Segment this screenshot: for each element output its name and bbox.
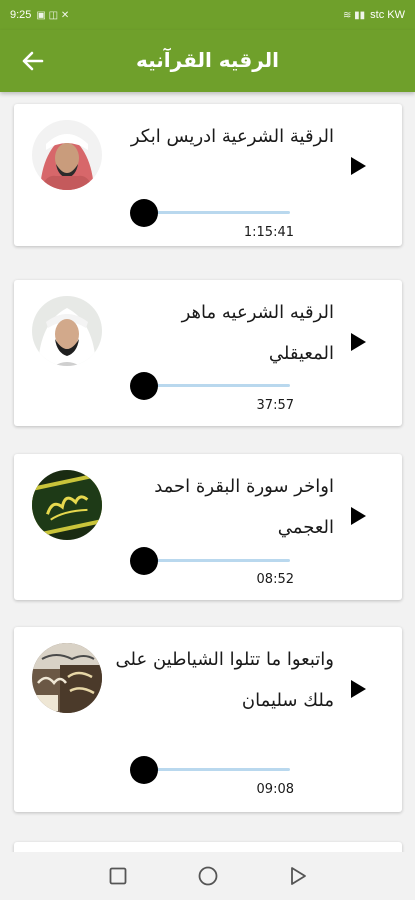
track-card: الرقيه الشرعيه ماهر المعيقلي 37:57	[14, 280, 402, 426]
progress-slider[interactable]	[130, 547, 290, 575]
track-avatar	[32, 296, 102, 366]
status-bar: 9:25 ▣ ◫ ✕ ≋ ▮▮ stc KW	[0, 0, 415, 30]
play-icon	[351, 333, 366, 351]
play-icon	[351, 680, 366, 698]
track-duration: 09:08	[256, 782, 294, 797]
signal-icons: ≋ ▮▮	[342, 9, 366, 21]
track-avatar	[32, 643, 102, 713]
progress-slider[interactable]	[130, 756, 290, 784]
status-time: 9:25	[10, 9, 32, 21]
track-card: اواخر سورة البقرة احمد العجمي 08:52	[14, 454, 402, 600]
calligraphy-cover-green-icon	[32, 470, 102, 540]
play-button[interactable]	[344, 152, 372, 180]
calligraphy-cover-brown-icon	[32, 643, 102, 713]
slider-track	[144, 559, 290, 562]
portrait-white-headscarf-icon	[32, 296, 102, 366]
play-icon	[351, 507, 366, 525]
circle-icon	[198, 866, 217, 886]
notification-icons: ▣ ◫ ✕	[36, 9, 70, 21]
slider-thumb[interactable]	[130, 547, 158, 575]
status-left: 9:25 ▣ ◫ ✕	[10, 9, 69, 21]
track-duration: 08:52	[256, 572, 294, 587]
progress-slider[interactable]	[130, 372, 290, 400]
recents-button[interactable]	[106, 864, 130, 888]
slider-thumb[interactable]	[130, 756, 158, 784]
play-button[interactable]	[344, 502, 372, 530]
track-title: واتبعوا ما تتلوا الشياطين على ملك سليمان	[115, 649, 334, 711]
square-icon	[109, 867, 126, 885]
track-title: الرقيه الشرعيه ماهر المعيقلي	[181, 302, 334, 364]
slider-thumb[interactable]	[130, 372, 158, 400]
slider-thumb[interactable]	[130, 199, 158, 227]
triangle-back-icon	[290, 867, 306, 885]
slider-track	[144, 768, 290, 771]
track-avatar	[32, 470, 102, 540]
system-back-button[interactable]	[286, 864, 310, 888]
system-nav-bar	[0, 852, 415, 900]
track-list[interactable]: الرقية الشرعية ادريس ابكر 1:15:41 الرقيه…	[0, 92, 415, 852]
play-button[interactable]	[344, 675, 372, 703]
status-right: ≋ ▮▮ stc KW	[343, 9, 405, 21]
app-bar: الرقيه القرآنيه	[0, 30, 415, 92]
track-card: واتبعوا ما تتلوا الشياطين على ملك سليمان…	[14, 627, 402, 812]
home-button[interactable]	[196, 864, 220, 888]
slider-track	[144, 211, 290, 214]
progress-slider[interactable]	[130, 199, 290, 227]
slider-track	[144, 384, 290, 387]
carrier-name: stc KW	[370, 9, 405, 21]
portrait-red-headscarf-icon	[32, 120, 102, 190]
track-duration: 1:15:41	[243, 225, 294, 240]
track-duration: 37:57	[256, 398, 294, 413]
play-button[interactable]	[344, 328, 372, 356]
track-title: اواخر سورة البقرة احمد العجمي	[154, 476, 334, 538]
track-avatar	[32, 120, 102, 190]
play-icon	[351, 157, 366, 175]
track-title: الرقية الشرعية ادريس ابكر	[130, 126, 334, 147]
track-card-partial	[14, 842, 402, 852]
page-title: الرقيه القرآنيه	[135, 48, 280, 72]
track-card: الرقية الشرعية ادريس ابكر 1:15:41	[14, 104, 402, 246]
